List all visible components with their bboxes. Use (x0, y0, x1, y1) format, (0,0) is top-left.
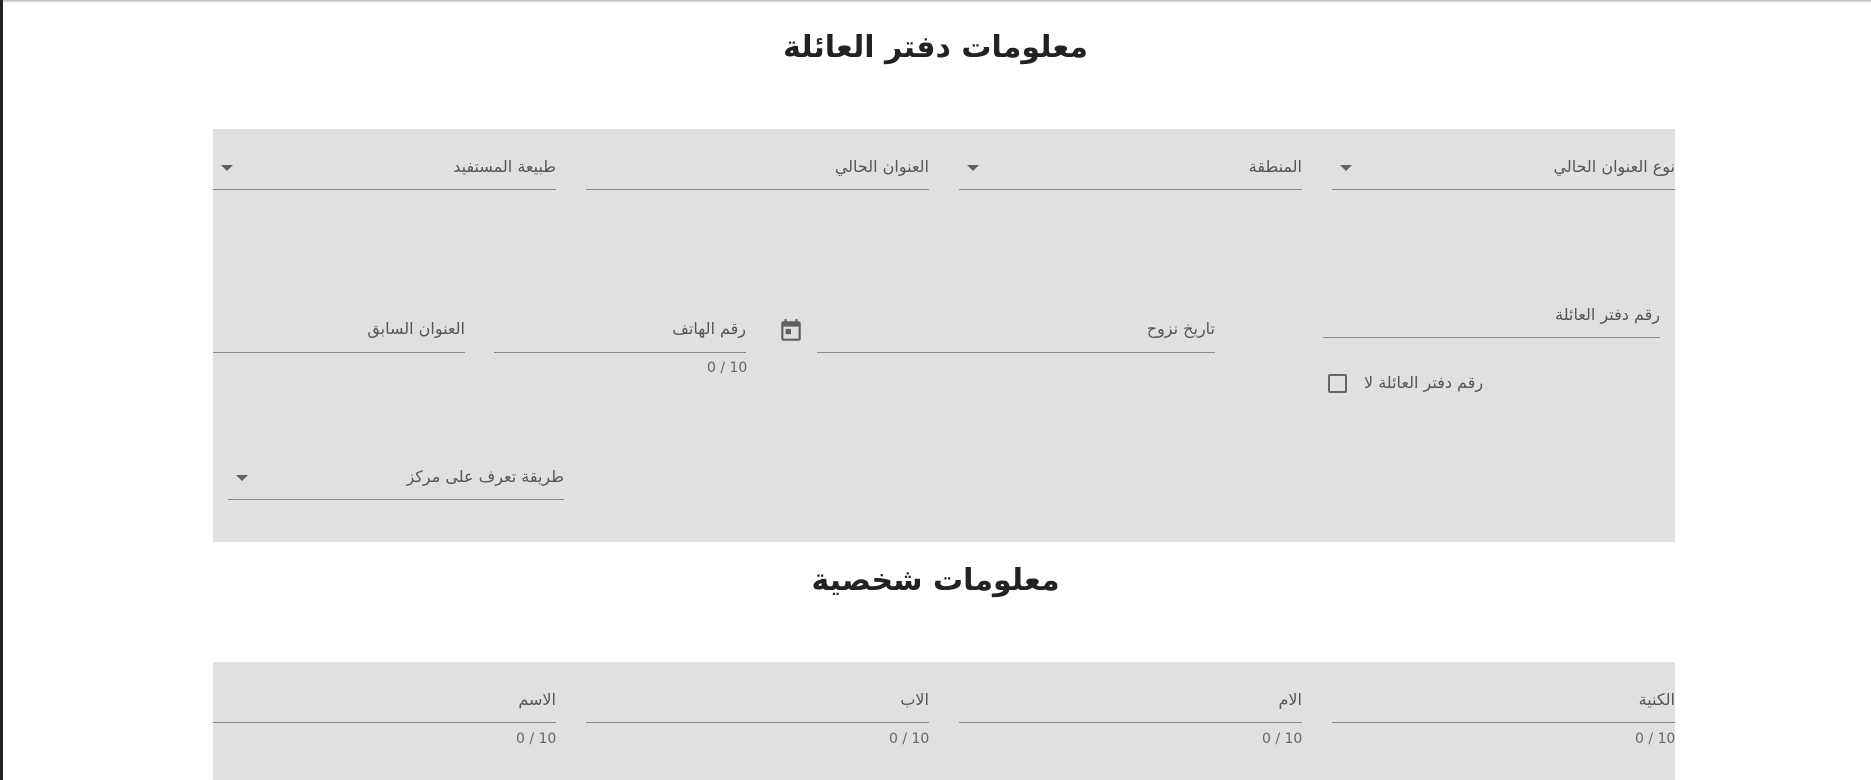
name-input[interactable]: الاسم (213, 690, 556, 723)
phone-number-input[interactable]: رقم الهاتف (494, 319, 746, 353)
family-book-number-label: رقم دفتر العائلة (1555, 305, 1660, 324)
field-underline (228, 499, 564, 500)
father-label: الاب (900, 690, 929, 709)
previous-address-input[interactable]: العنوان السابق (213, 319, 465, 353)
surname-label: الكنية (1638, 690, 1675, 709)
chevron-down-icon (221, 165, 233, 171)
region-select[interactable]: المنطقة (959, 157, 1302, 190)
previous-address-label: العنوان السابق (367, 319, 465, 338)
name-counter: 0 / 10 (516, 731, 557, 747)
field-underline (959, 189, 1302, 190)
field-underline (1332, 722, 1675, 723)
chevron-down-icon (967, 165, 979, 171)
no-family-book-checkbox[interactable] (1328, 374, 1347, 393)
personal-section-title: معلومات شخصية (811, 563, 1060, 598)
mother-counter: 0 / 10 (1262, 731, 1303, 747)
field-underline (213, 189, 556, 190)
field-underline (959, 722, 1302, 723)
discovery-method-select[interactable]: طريقة تعرف على مركز (228, 467, 564, 500)
phone-number-label: رقم الهاتف (672, 319, 746, 338)
no-family-book-checkbox-label: رقم دفتر العائلة لا (1364, 373, 1484, 392)
current-address-label: العنوان الحالي (834, 157, 929, 176)
family-book-section-title: معلومات دفتر العائلة (783, 30, 1088, 65)
field-underline (213, 352, 465, 353)
chevron-down-icon (236, 475, 248, 481)
marriage-date-input[interactable]: تاريخ نزوح (817, 319, 1215, 353)
discovery-method-label: طريقة تعرف على مركز (406, 467, 564, 486)
mother-label: الام (1278, 690, 1302, 709)
current-address-type-label: نوع العنوان الحالي (1553, 157, 1676, 176)
father-counter: 0 / 10 (889, 731, 930, 747)
region-label: المنطقة (1248, 157, 1302, 176)
current-address-input[interactable]: العنوان الحالي (586, 157, 929, 190)
field-underline (494, 352, 746, 353)
surname-counter: 0 / 10 (1635, 731, 1676, 747)
left-edge (0, 0, 3, 780)
field-underline (1323, 337, 1660, 338)
top-shadow (0, 0, 1871, 3)
phone-number-counter: 0 / 10 (707, 360, 748, 376)
calendar-icon[interactable] (778, 318, 804, 344)
field-underline (213, 722, 556, 723)
name-label: الاسم (518, 690, 556, 709)
field-underline (586, 189, 929, 190)
field-underline (817, 352, 1215, 353)
surname-input[interactable]: الكنية (1332, 690, 1675, 723)
current-address-type-select[interactable]: نوع العنوان الحالي (1332, 157, 1675, 190)
mother-input[interactable]: الام (959, 690, 1302, 723)
beneficiary-nature-label: طبيعة المستفيد (453, 157, 556, 176)
beneficiary-nature-select[interactable]: طبيعة المستفيد (213, 157, 556, 190)
field-underline (586, 722, 929, 723)
family-book-number-input[interactable]: رقم دفتر العائلة (1323, 305, 1660, 338)
field-underline (1332, 189, 1675, 190)
marriage-date-label: تاريخ نزوح (1146, 319, 1215, 338)
chevron-down-icon (1340, 165, 1352, 171)
father-input[interactable]: الاب (586, 690, 929, 723)
